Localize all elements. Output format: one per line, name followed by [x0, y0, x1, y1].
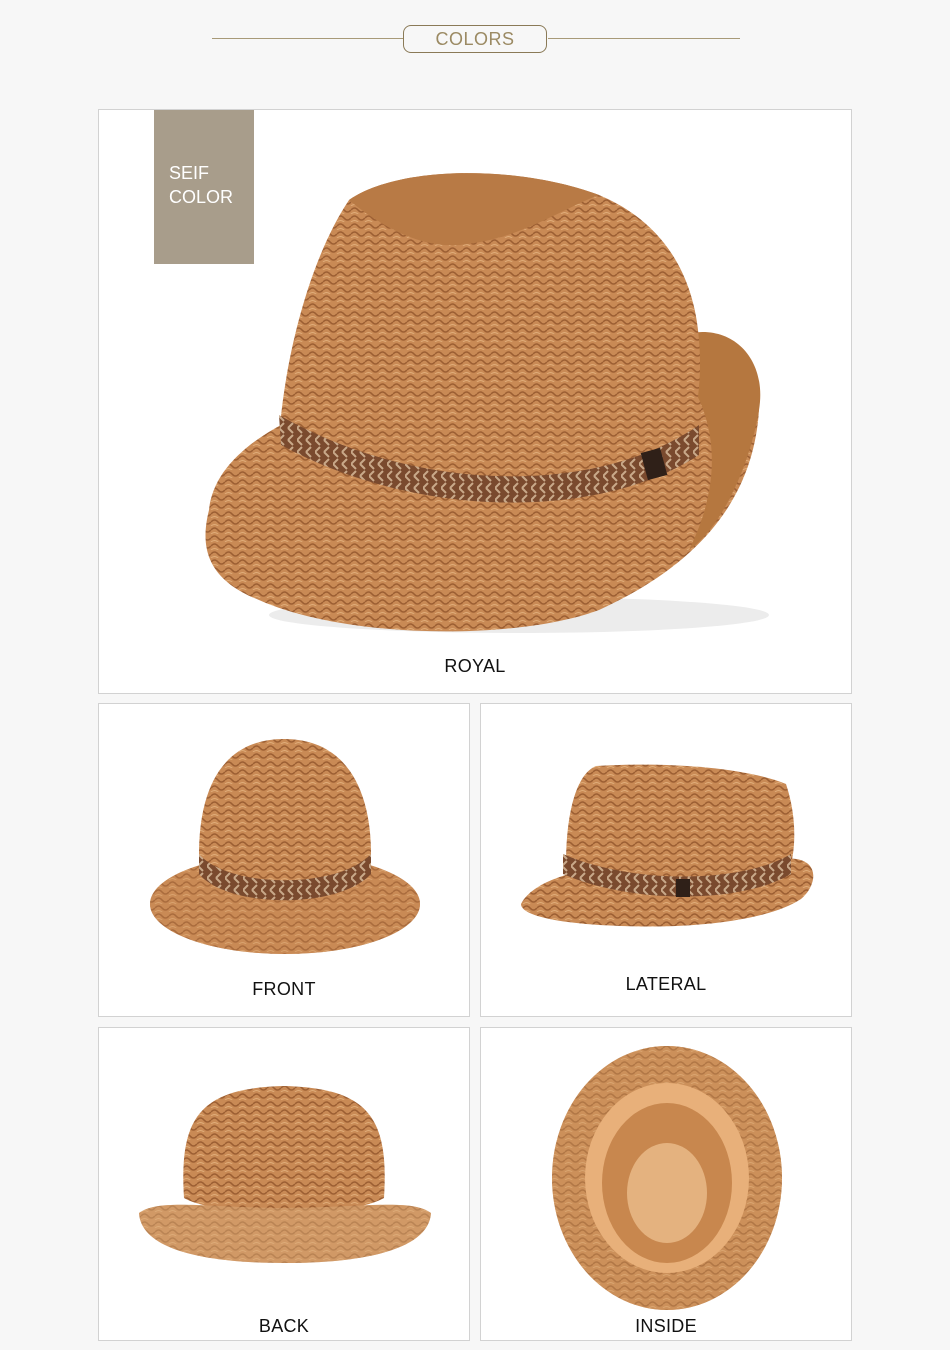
view-panel-back: BACK: [98, 1027, 470, 1341]
lateral-caption: LATERAL: [625, 974, 707, 994]
view-panel-lateral: LATERAL: [480, 703, 852, 1017]
header-divider-left: [212, 38, 404, 39]
hat-image-lateral: [521, 764, 814, 927]
section-header: COLORS: [0, 0, 950, 80]
view-panel-front: FRONT: [98, 703, 470, 1017]
hat-image-front: [150, 739, 420, 954]
hat-image-inside: [552, 1046, 782, 1310]
back-caption: BACK: [258, 1316, 310, 1336]
main-caption: ROYAL: [444, 656, 506, 676]
inside-caption: INSIDE: [635, 1316, 697, 1336]
view-panel-inside: INSIDE: [480, 1027, 852, 1341]
hat-image-main: [205, 173, 769, 633]
section-title: COLORS: [403, 25, 547, 53]
hat-image-back: [139, 1086, 431, 1263]
header-divider-right: [548, 38, 740, 39]
front-caption: FRONT: [252, 979, 316, 999]
main-product-panel: SEIF COLOR ROYAL: [98, 109, 852, 694]
